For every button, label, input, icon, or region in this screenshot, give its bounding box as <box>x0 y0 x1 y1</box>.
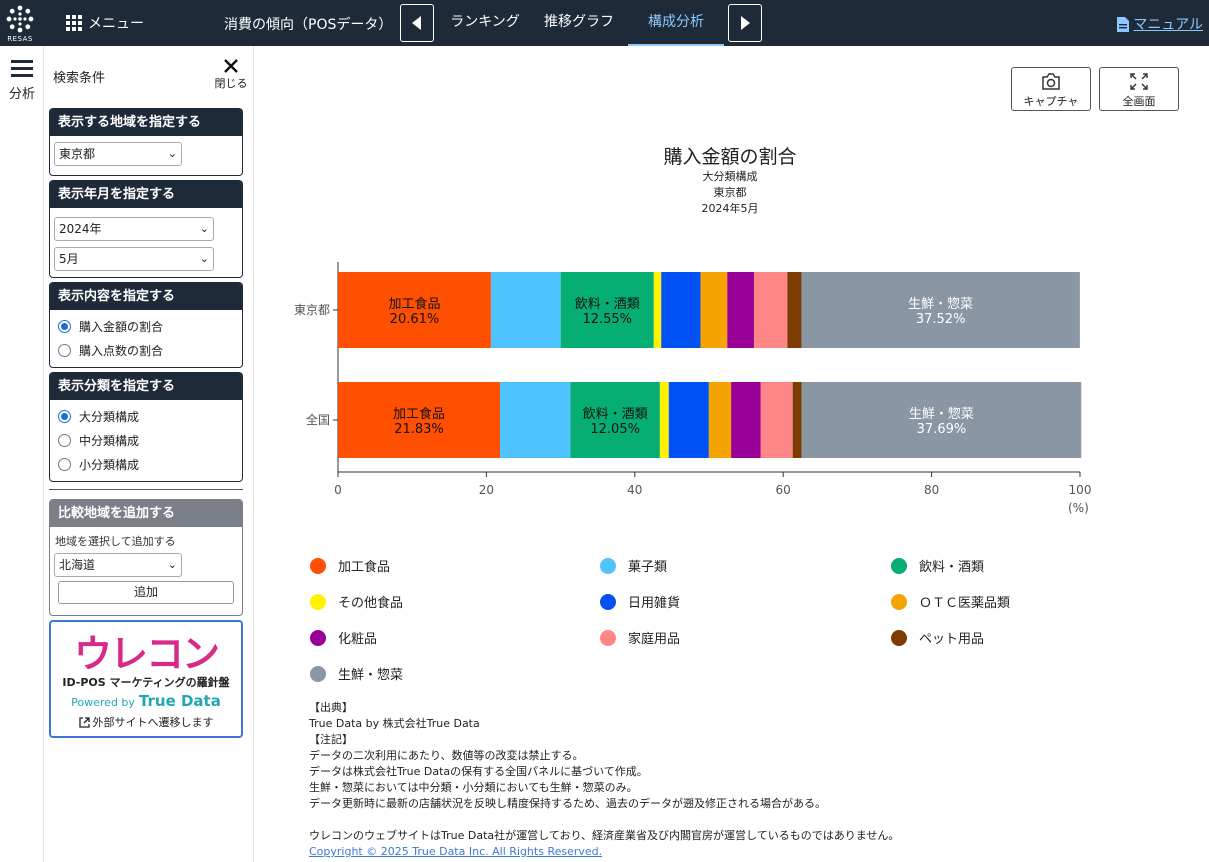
bar-segment[interactable] <box>490 272 561 348</box>
legend-label: 加工食品 <box>338 560 391 575</box>
note-line: 【出典】 <box>309 701 353 714</box>
legend-label: その他食品 <box>338 596 404 611</box>
x-tick-label: 0 <box>334 483 342 497</box>
bar-segment[interactable] <box>700 272 728 348</box>
legend-swatch <box>891 557 907 574</box>
y-category-label: 全国 <box>306 412 330 427</box>
legend-item[interactable]: 加工食品 <box>310 556 390 575</box>
urecon-logo: ウレコン <box>51 632 241 676</box>
note-line <box>309 812 899 828</box>
chevron-down-icon: ⌄ <box>167 558 177 571</box>
x-tick-label: 80 <box>924 483 939 497</box>
copyright-link[interactable]: Copyright © 2025 True Data Inc. All Righ… <box>309 845 602 858</box>
urecon-logo-text: ウレコン <box>73 632 220 676</box>
bar-data-label: 飲料・酒類 <box>583 406 648 422</box>
bar-value-label: 20.61% <box>390 312 440 327</box>
legend-label: 日用雑貨 <box>628 596 681 611</box>
legend-item[interactable]: 飲料・酒類 <box>891 556 984 575</box>
note-line: 【注記】 <box>309 733 353 746</box>
compare-hint: 地域を選択して追加する <box>55 535 176 548</box>
add-region-button[interactable]: 追加 <box>58 581 234 604</box>
urecon-banner[interactable]: ウレコン ID-POS マーケティングの羅針盤 Powered by True … <box>49 620 243 738</box>
note-line: True Data by 株式会社True Data <box>309 717 480 730</box>
legend-item[interactable]: 家庭用品 <box>600 628 680 647</box>
bar-value-label: 12.05% <box>590 422 640 437</box>
bar-data-label: 生鮮・惣菜 <box>909 407 974 422</box>
legend-swatch <box>310 593 326 610</box>
note-line: データ更新時に最新の店舗状況を反映し精度保持するため、過去のデータが遡及修正され… <box>309 797 826 810</box>
note-line: ウレコンのウェブサイトはTrue Data社が運営しており、経済産業省及び内閣官… <box>309 829 900 842</box>
legend-swatch <box>310 665 326 682</box>
legend-item[interactable]: ＯＴＣ医薬品類 <box>891 592 1010 611</box>
bar-data-label: 加工食品 <box>388 296 440 312</box>
external-link-icon <box>78 716 90 728</box>
legend-swatch <box>891 593 907 610</box>
true-data-brand: True Data <box>138 692 221 710</box>
legend-label: ＯＴＣ医薬品類 <box>919 596 1011 611</box>
compare-region-value: 北海道 <box>59 558 96 572</box>
bar-segment[interactable] <box>731 382 761 458</box>
bar-value-label: 21.83% <box>394 422 444 437</box>
legend-label: 化粧品 <box>338 632 378 647</box>
legend-swatch <box>600 593 616 610</box>
legend-item[interactable]: 生鮮・惣菜 <box>310 664 403 683</box>
note-line: 生鮮・惣菜においては中分類・小分類においても生鮮・惣菜のみ。 <box>309 781 638 794</box>
bar-segment[interactable] <box>760 382 793 458</box>
legend-label: 飲料・酒類 <box>919 560 985 575</box>
bar-segment[interactable] <box>499 382 571 458</box>
bar-segment[interactable] <box>727 272 754 348</box>
bar-segment[interactable] <box>753 272 788 348</box>
bar-data-label: 生鮮・惣菜 <box>908 297 973 312</box>
y-category-label: 東京都 <box>294 303 330 317</box>
bar-segment[interactable] <box>787 272 802 348</box>
legend-item[interactable]: その他食品 <box>310 592 403 611</box>
bar-segment[interactable] <box>661 272 701 348</box>
bar-segment[interactable] <box>708 382 732 458</box>
legend-swatch <box>891 629 907 646</box>
x-tick-label: 20 <box>479 483 494 497</box>
bar-segment[interactable] <box>792 382 802 458</box>
stacked-bar-chart: 0 20 40 60 80 100(%)東京都全国加工食品20.61%飲料・酒類12.55… <box>294 262 1092 515</box>
bar-segment[interactable] <box>653 272 662 348</box>
legend-label: 菓子類 <box>628 560 668 575</box>
legend-swatch <box>600 557 616 574</box>
legend-swatch <box>310 629 326 646</box>
notes-lines: 【出典】 True Data by 株式会社True Data 【注記】データの二次… <box>309 700 899 844</box>
bar-value-label: 37.69% <box>917 422 967 437</box>
urecon-subtitle: ID-POS マーケティングの羅針盤 <box>62 676 230 689</box>
legend-item[interactable]: 化粧品 <box>310 628 377 647</box>
powered-by-label: Powered by <box>71 696 135 709</box>
external-link[interactable]: 外部サイトへ遷移します <box>51 714 241 730</box>
bar-data-label: 加工食品 <box>393 406 445 422</box>
bar-segment[interactable] <box>659 382 669 458</box>
powered-by: Powered by True Data <box>51 692 241 710</box>
x-tick-label: 60 <box>776 483 791 497</box>
legend-label: 生鮮・惣菜 <box>338 668 404 683</box>
bar-data-label: 飲料・酒類 <box>575 296 640 312</box>
legend-item[interactable]: ペット用品 <box>891 628 984 647</box>
x-tick-label: 100 <box>1069 483 1092 497</box>
source-notes: 【出典】 True Data by 株式会社True Data 【注記】データの二次… <box>309 700 899 860</box>
external-link-label: 外部サイトへ遷移します <box>92 716 214 729</box>
compare-region-select[interactable]: 北海道 ⌄ <box>54 553 182 577</box>
legend-swatch <box>310 557 326 574</box>
x-tick-label: 40 <box>627 483 642 497</box>
bar-value-label: 37.52% <box>916 312 966 327</box>
legend-label: 家庭用品 <box>628 632 681 647</box>
bar-value-label: 12.55% <box>582 312 632 327</box>
bar-segment[interactable] <box>668 382 709 458</box>
legend-swatch <box>600 629 616 646</box>
note-line: データの二次利用にあたり、数値等の改変は禁止する。 <box>309 749 584 762</box>
legend-label: ペット用品 <box>919 632 985 647</box>
legend-item[interactable]: 日用雑貨 <box>600 592 680 611</box>
legend-item[interactable]: 菓子類 <box>600 556 667 575</box>
x-axis-unit: (%) <box>1068 501 1089 515</box>
note-line: データは株式会社True Dataの保有する全国パネルに基づいて作成。 <box>309 765 648 778</box>
